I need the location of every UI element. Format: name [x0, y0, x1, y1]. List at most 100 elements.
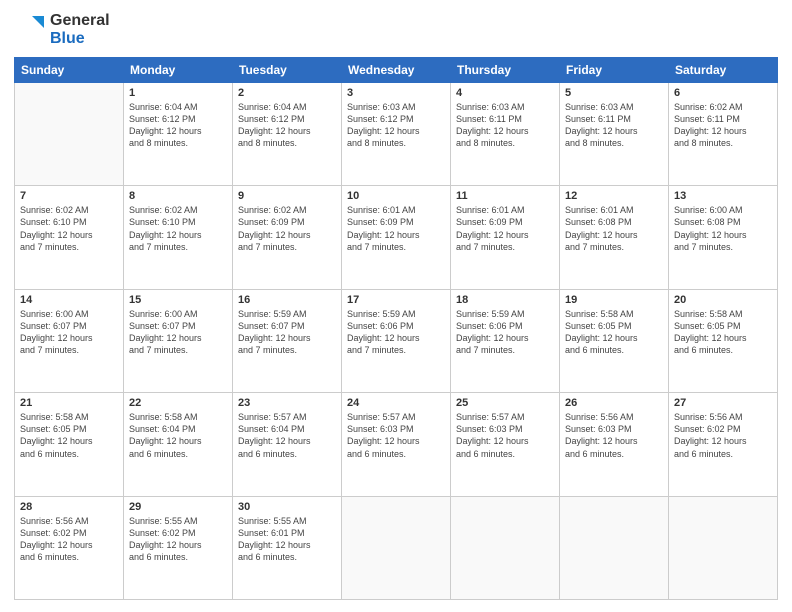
logo-blue: Blue — [50, 30, 110, 48]
calendar-cell: 12 Sunrise: 6:01 AM Sunset: 6:08 PM Dayli… — [560, 186, 669, 289]
day-info: Sunrise: 6:01 AM Sunset: 6:09 PM Dayligh… — [456, 204, 554, 253]
calendar-cell: 4Sunrise: 6:03 AM Sunset: 6:11 PM Daylig… — [451, 82, 560, 185]
calendar-cell: 6 Sunrise: 6:02 AM Sunset: 6:11 PM Daylig… — [669, 82, 778, 185]
day-number: 24 — [347, 397, 445, 409]
day-number: 27 — [674, 397, 772, 409]
day-info: Sunrise: 5:58 AM Sunset: 6:05 PM Dayligh… — [20, 411, 118, 460]
calendar-cell: 10 Sunrise: 6:01 AM Sunset: 6:09 PM Dayli… — [342, 186, 451, 289]
calendar-cell: 21Sunrise: 5:58 AM Sunset: 6:05 PM Dayli… — [15, 393, 124, 496]
day-number: 28 — [20, 501, 118, 513]
calendar-cell — [560, 496, 669, 599]
calendar-cell — [15, 82, 124, 185]
day-number: 9 — [238, 190, 336, 202]
calendar-cell: 24 Sunrise: 5:57 AM Sunset: 6:03 PM Dayli… — [342, 393, 451, 496]
day-header-sunday: Sunday — [15, 57, 124, 82]
day-number: 16 — [238, 294, 336, 306]
calendar-table: SundayMondayTuesdayWednesdayThursdayFrid… — [14, 57, 778, 600]
calendar-cell — [451, 496, 560, 599]
day-info: Sunrise: 5:56 AM Sunset: 6:02 PM Dayligh… — [20, 515, 118, 564]
day-number: 18 — [456, 294, 554, 306]
calendar-cell: 8 Sunrise: 6:02 AM Sunset: 6:10 PM Daylig… — [124, 186, 233, 289]
logo-general: General — [50, 12, 110, 30]
calendar-week-row: 14 Sunrise: 6:00 AM Sunset: 6:07 PM Dayli… — [15, 289, 778, 392]
day-info: Sunrise: 6:02 AM Sunset: 6:11 PM Dayligh… — [674, 101, 772, 150]
day-number: 25 — [456, 397, 554, 409]
day-info: Sunrise: 5:59 AM Sunset: 6:06 PM Dayligh… — [347, 308, 445, 357]
day-info: Sunrise: 6:01 AM Sunset: 6:08 PM Dayligh… — [565, 204, 663, 253]
day-number: 6 — [674, 87, 772, 99]
day-info: Sunrise: 6:03 AM Sunset: 6:12 PM Dayligh… — [347, 101, 445, 150]
day-number: 8 — [129, 190, 227, 202]
calendar-cell: 3Sunrise: 6:03 AM Sunset: 6:12 PM Daylig… — [342, 82, 451, 185]
day-info: Sunrise: 6:04 AM Sunset: 6:12 PM Dayligh… — [129, 101, 227, 150]
day-info: Sunrise: 5:57 AM Sunset: 6:03 PM Dayligh… — [347, 411, 445, 460]
calendar-cell: 14 Sunrise: 6:00 AM Sunset: 6:07 PM Dayli… — [15, 289, 124, 392]
day-number: 30 — [238, 501, 336, 513]
day-info: Sunrise: 6:02 AM Sunset: 6:10 PM Dayligh… — [129, 204, 227, 253]
day-info: Sunrise: 5:56 AM Sunset: 6:02 PM Dayligh… — [674, 411, 772, 460]
calendar-cell: 11 Sunrise: 6:01 AM Sunset: 6:09 PM Dayli… — [451, 186, 560, 289]
day-info: Sunrise: 5:56 AM Sunset: 6:03 PM Dayligh… — [565, 411, 663, 460]
day-info: Sunrise: 5:55 AM Sunset: 6:01 PM Dayligh… — [238, 515, 336, 564]
day-info: Sunrise: 6:00 AM Sunset: 6:07 PM Dayligh… — [20, 308, 118, 357]
calendar-cell: 15 Sunrise: 6:00 AM Sunset: 6:07 PM Dayli… — [124, 289, 233, 392]
calendar-header-row: SundayMondayTuesdayWednesdayThursdayFrid… — [15, 57, 778, 82]
calendar-cell: 25Sunrise: 5:57 AM Sunset: 6:03 PM Dayli… — [451, 393, 560, 496]
logo: GeneralBlue — [14, 12, 110, 49]
page: GeneralBlue SundayMondayTuesdayWednesday… — [0, 0, 792, 612]
day-number: 13 — [674, 190, 772, 202]
day-info: Sunrise: 5:58 AM Sunset: 6:05 PM Dayligh… — [674, 308, 772, 357]
calendar-cell: 18Sunrise: 5:59 AM Sunset: 6:06 PM Dayli… — [451, 289, 560, 392]
day-number: 11 — [456, 190, 554, 202]
day-number: 17 — [347, 294, 445, 306]
calendar-cell — [669, 496, 778, 599]
day-info: Sunrise: 6:02 AM Sunset: 6:09 PM Dayligh… — [238, 204, 336, 253]
calendar-cell: 26 Sunrise: 5:56 AM Sunset: 6:03 PM Dayli… — [560, 393, 669, 496]
day-info: Sunrise: 6:01 AM Sunset: 6:09 PM Dayligh… — [347, 204, 445, 253]
calendar-cell: 1Sunrise: 6:04 AM Sunset: 6:12 PM Daylig… — [124, 82, 233, 185]
calendar-cell: 28 Sunrise: 5:56 AM Sunset: 6:02 PM Dayli… — [15, 496, 124, 599]
day-number: 22 — [129, 397, 227, 409]
day-info: Sunrise: 5:59 AM Sunset: 6:07 PM Dayligh… — [238, 308, 336, 357]
day-number: 29 — [129, 501, 227, 513]
day-number: 26 — [565, 397, 663, 409]
day-info: Sunrise: 5:58 AM Sunset: 6:05 PM Dayligh… — [565, 308, 663, 357]
calendar-cell: 30 Sunrise: 5:55 AM Sunset: 6:01 PM Dayli… — [233, 496, 342, 599]
day-number: 15 — [129, 294, 227, 306]
day-header-thursday: Thursday — [451, 57, 560, 82]
calendar-cell: 7 Sunrise: 6:02 AM Sunset: 6:10 PM Daylig… — [15, 186, 124, 289]
header: GeneralBlue — [14, 12, 778, 49]
day-number: 5 — [565, 87, 663, 99]
calendar-cell: 19 Sunrise: 5:58 AM Sunset: 6:05 PM Dayli… — [560, 289, 669, 392]
day-number: 7 — [20, 190, 118, 202]
day-number: 2 — [238, 87, 336, 99]
calendar-cell: 17 Sunrise: 5:59 AM Sunset: 6:06 PM Dayli… — [342, 289, 451, 392]
calendar-cell: 5Sunrise: 6:03 AM Sunset: 6:11 PM Daylig… — [560, 82, 669, 185]
calendar-cell — [342, 496, 451, 599]
calendar-week-row: 28 Sunrise: 5:56 AM Sunset: 6:02 PM Dayli… — [15, 496, 778, 599]
calendar-cell: 23 Sunrise: 5:57 AM Sunset: 6:04 PM Dayli… — [233, 393, 342, 496]
calendar-week-row: 7 Sunrise: 6:02 AM Sunset: 6:10 PM Daylig… — [15, 186, 778, 289]
day-info: Sunrise: 6:00 AM Sunset: 6:07 PM Dayligh… — [129, 308, 227, 357]
day-number: 19 — [565, 294, 663, 306]
calendar-cell: 27 Sunrise: 5:56 AM Sunset: 6:02 PM Dayli… — [669, 393, 778, 496]
day-number: 10 — [347, 190, 445, 202]
day-number: 12 — [565, 190, 663, 202]
day-number: 14 — [20, 294, 118, 306]
calendar-cell: 22Sunrise: 5:58 AM Sunset: 6:04 PM Dayli… — [124, 393, 233, 496]
day-header-saturday: Saturday — [669, 57, 778, 82]
day-info: Sunrise: 6:03 AM Sunset: 6:11 PM Dayligh… — [456, 101, 554, 150]
calendar-cell: 13 Sunrise: 6:00 AM Sunset: 6:08 PM Dayli… — [669, 186, 778, 289]
day-number: 20 — [674, 294, 772, 306]
day-number: 23 — [238, 397, 336, 409]
day-info: Sunrise: 5:57 AM Sunset: 6:04 PM Dayligh… — [238, 411, 336, 460]
day-info: Sunrise: 6:04 AM Sunset: 6:12 PM Dayligh… — [238, 101, 336, 150]
day-info: Sunrise: 6:02 AM Sunset: 6:10 PM Dayligh… — [20, 204, 118, 253]
day-header-friday: Friday — [560, 57, 669, 82]
calendar-week-row: 21Sunrise: 5:58 AM Sunset: 6:05 PM Dayli… — [15, 393, 778, 496]
calendar-week-row: 1Sunrise: 6:04 AM Sunset: 6:12 PM Daylig… — [15, 82, 778, 185]
day-header-tuesday: Tuesday — [233, 57, 342, 82]
day-info: Sunrise: 6:00 AM Sunset: 6:08 PM Dayligh… — [674, 204, 772, 253]
day-info: Sunrise: 5:55 AM Sunset: 6:02 PM Dayligh… — [129, 515, 227, 564]
day-header-wednesday: Wednesday — [342, 57, 451, 82]
